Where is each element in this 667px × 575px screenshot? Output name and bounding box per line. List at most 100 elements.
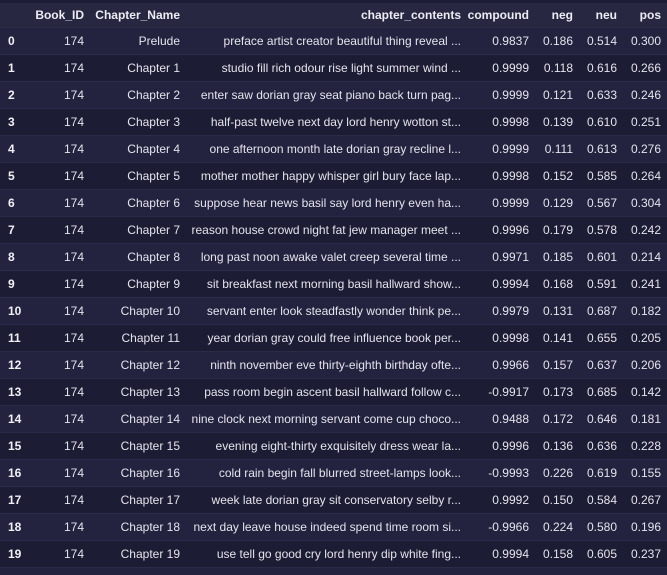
cell-neg: 0.157 [535,351,579,379]
cell-pos: 0.242 [623,216,667,244]
cell-pos: 0.264 [623,162,667,190]
table-row: 9 174 Chapter 9 sit breakfast next morning … [0,270,667,298]
cell-pos: 0.304 [623,189,667,217]
row-index: 16 [0,459,32,487]
cell-chapter-contents: sit breakfast next morning basil hallwar… [186,270,467,298]
cell-compound: 0.9996 [467,432,535,460]
table-row: 11 174 Chapter 11 year dorian gray could fr… [0,324,667,352]
cell-pos: 0.300 [623,27,667,55]
cell-book-id: 174 [32,432,90,460]
cell-compound: -0.9966 [467,513,535,541]
cell-book-id: 174 [32,378,90,406]
cell-neu: 0.591 [579,270,623,298]
cell-chapter-contents: nine clock next morning servant come cup… [186,405,467,433]
cell-chapter-contents: mother mother happy whisper girl bury fa… [186,162,467,190]
dataframe-table: Book_ID Chapter_Name chapter_contents co… [0,3,667,575]
cell-compound: 0.9994 [467,540,535,568]
table-row: 3 174 Chapter 3 half-past twelve next day l… [0,108,667,136]
cell-chapter-contents: cold rain begin fall blurred street-lamp… [186,459,467,487]
cell-compound: 0.9837 [467,27,535,55]
cell-chapter-name: Chapter 14 [90,405,186,433]
cell-chapter-contents: reason house crowd night fat jew manager… [186,216,467,244]
cell-book-id: 174 [32,297,90,325]
column-header-chapter-contents: chapter_contents [186,3,467,28]
table-row: 2 174 Chapter 2 enter saw dorian gray seat … [0,81,667,109]
cell-neu: 0.605 [579,540,623,568]
header-row: Book_ID Chapter_Name chapter_contents co… [0,3,667,28]
cell-neg: 0.152 [535,162,579,190]
cell-neg: 0.185 [535,243,579,271]
cell-neg: 0.173 [535,378,579,406]
cell-neg: 0.158 [535,540,579,568]
cell-chapter-contents: lovely night warm throw coat arm even pu… [186,567,467,575]
row-index: 14 [0,405,32,433]
column-header-book-id: Book_ID [32,3,90,28]
cell-book-id: 174 [32,108,90,136]
column-header-index [0,3,32,28]
table-row: 15 174 Chapter 15 evening eight-thirty exqu… [0,432,667,460]
cell-neu: 0.636 [579,432,623,460]
cell-compound: 0.9999 [467,135,535,163]
cell-pos: 0.246 [623,81,667,109]
cell-chapter-name: Chapter 8 [90,243,186,271]
cell-book-id: 174 [32,54,90,82]
row-index: 2 [0,81,32,109]
cell-compound: 0.9488 [467,405,535,433]
cell-pos: 0.251 [623,108,667,136]
table-body: 0 174 Prelude preface artist creator beauti… [0,27,667,575]
cell-book-id: 174 [32,243,90,271]
row-index: 15 [0,432,32,460]
row-index: 18 [0,513,32,541]
cell-chapter-name: Chapter 13 [90,378,186,406]
cell-chapter-contents: use tell go good cry lord henry dip whit… [186,540,467,568]
cell-chapter-name: Chapter 19 [90,540,186,568]
column-header-neg: neg [535,3,579,28]
cell-compound: 0.9966 [467,351,535,379]
cell-neg: 0.226 [535,459,579,487]
cell-neg: 0.179 [535,216,579,244]
cell-book-id: 174 [32,270,90,298]
cell-chapter-name: Chapter 7 [90,216,186,244]
row-index: 9 [0,270,32,298]
row-index: 11 [0,324,32,352]
cell-chapter-contents: next day leave house indeed spend time r… [186,513,467,541]
cell-book-id: 174 [32,540,90,568]
column-header-chapter-name: Chapter_Name [90,3,186,28]
cell-chapter-name: Chapter 10 [90,297,186,325]
cell-neu: 0.633 [579,81,623,109]
cell-book-id: 174 [32,459,90,487]
row-index: 5 [0,162,32,190]
cell-neg: 0.141 [535,324,579,352]
cell-neu: 0.585 [579,162,623,190]
table-row: 0 174 Prelude preface artist creator beauti… [0,27,667,55]
cell-neg: 0.131 [535,297,579,325]
cell-neg: 0.168 [535,270,579,298]
cell-chapter-contents: servant enter look steadfastly wonder th… [186,297,467,325]
table-row: 12 174 Chapter 12 ninth november eve thirty… [0,351,667,379]
table-row: 8 174 Chapter 8 long past noon awake valet … [0,243,667,271]
cell-neg: 0.150 [535,486,579,514]
cell-neu: 0.637 [579,351,623,379]
cell-neu: 0.685 [579,378,623,406]
cell-chapter-contents: year dorian gray could free influence bo… [186,324,467,352]
cell-pos: 0.182 [623,297,667,325]
cell-compound: 0.9979 [467,297,535,325]
cell-pos: 0.266 [623,54,667,82]
cell-compound: 0.9998 [467,108,535,136]
cell-chapter-name: Chapter 17 [90,486,186,514]
column-header-pos: pos [623,3,667,28]
cell-neg: 0.186 [535,27,579,55]
cell-pos: 0.276 [623,135,667,163]
cell-chapter-name: Chapter 2 [90,81,186,109]
cell-pos: 0.196 [623,513,667,541]
cell-chapter-contents: pass room begin ascent basil hallward fo… [186,378,467,406]
column-header-compound: compound [467,3,535,28]
cell-pos: 0.142 [623,378,667,406]
cell-book-id: 174 [32,567,90,575]
cell-neu: 0.646 [579,405,623,433]
cell-compound: 0.9999 [467,54,535,82]
cell-book-id: 174 [32,189,90,217]
cell-chapter-name: Chapter 6 [90,189,186,217]
cell-book-id: 174 [32,405,90,433]
table-row: 20174Chapter 20lovely night warm throw c… [0,567,667,575]
